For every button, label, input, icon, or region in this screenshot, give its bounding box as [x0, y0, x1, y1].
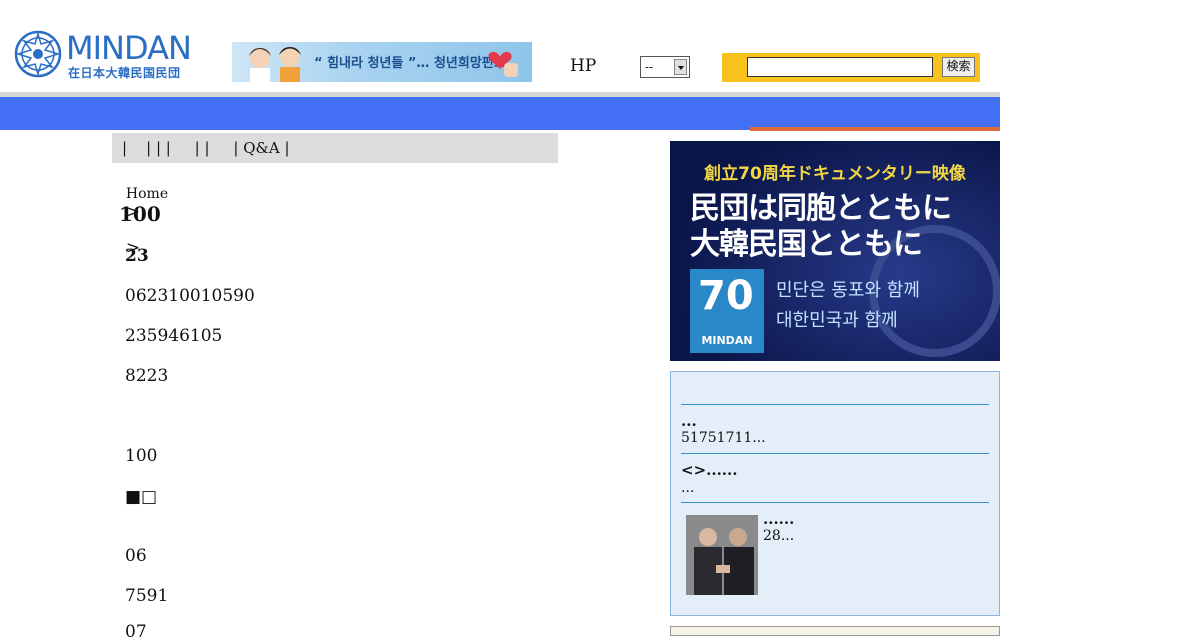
documentary-promo-banner[interactable]: 創立70周年ドキュメンタリー映像 民団は同胞とともに 大韓民国とともに 70 M… [670, 141, 1000, 361]
news-separator [681, 453, 989, 454]
promo-headline: 創立70周年ドキュメンタリー映像 [704, 164, 966, 184]
news-separator [681, 404, 989, 405]
news-title[interactable]: <>...... [681, 461, 737, 479]
sub-navigation[interactable]: | | | | | | | Q&A | [112, 133, 558, 163]
banner-people-illustration [249, 47, 301, 82]
breadcrumb-home-link[interactable]: Home [126, 186, 168, 202]
mindan-logo[interactable]: MINDAN 在日本大韓民国民団 [14, 30, 204, 80]
news-photo-image [686, 515, 758, 595]
news-title[interactable]: ... [681, 412, 697, 430]
content-line: 7591 [125, 586, 169, 606]
hp-label: HP [570, 56, 597, 76]
news-summary[interactable]: 51751711... [681, 430, 766, 446]
search-input[interactable] [747, 57, 933, 77]
heart-icon [488, 51, 518, 77]
content-line: 06 [125, 546, 147, 566]
banner-text: “ 힘내라 청년들 ”… 청년희망펀드 [314, 56, 506, 71]
search-box: 検索 [722, 53, 980, 82]
language-select-value: -- [645, 60, 654, 74]
main-nav-bar[interactable] [0, 97, 1000, 130]
badge-number: 70 [698, 273, 754, 319]
promo-korean-slogan: 민단은 동포와 함께 대한민국과 함께 [776, 280, 920, 331]
mindan-emblem-icon [14, 30, 62, 78]
content-line: 23 [125, 246, 149, 266]
news-box: ... 51751711... <>...... ... ...... 28..… [670, 371, 1000, 616]
logo-text: MINDAN [66, 29, 192, 67]
sidebar-box [670, 626, 1000, 636]
70th-anniversary-badge: 70 MINDAN [690, 269, 764, 353]
badge-label: MINDAN [701, 334, 753, 347]
promo-slogan: 民団は同胞とともに 大韓民国とともに [690, 191, 952, 262]
content-line: 062310010590 [125, 286, 255, 306]
page-title: 100 [119, 202, 161, 226]
chevron-down-icon[interactable] [674, 59, 687, 75]
nav-accent-line [750, 127, 1000, 131]
logo-subtitle: 在日本大韓民国民団 [68, 66, 181, 80]
news-separator [681, 502, 989, 503]
news-summary[interactable]: 28... [763, 528, 794, 544]
news-title[interactable]: ...... [763, 510, 794, 528]
news-photo[interactable] [686, 515, 758, 595]
content-line: ■□ [125, 487, 158, 507]
content-line: 235946105 [125, 326, 223, 346]
search-button[interactable]: 検索 [942, 57, 975, 77]
news-summary[interactable]: ... [681, 480, 694, 496]
content-line: 07 [125, 622, 147, 642]
sub-navigation-items[interactable]: | | | | | | | Q&A | [122, 139, 290, 157]
youth-hope-fund-banner[interactable]: “ 힘내라 청년들 ”… 청년희망펀드 [232, 42, 532, 82]
language-select[interactable]: -- [640, 56, 690, 78]
content-line: 8223 [125, 366, 169, 386]
content-line: 100 [125, 446, 158, 466]
